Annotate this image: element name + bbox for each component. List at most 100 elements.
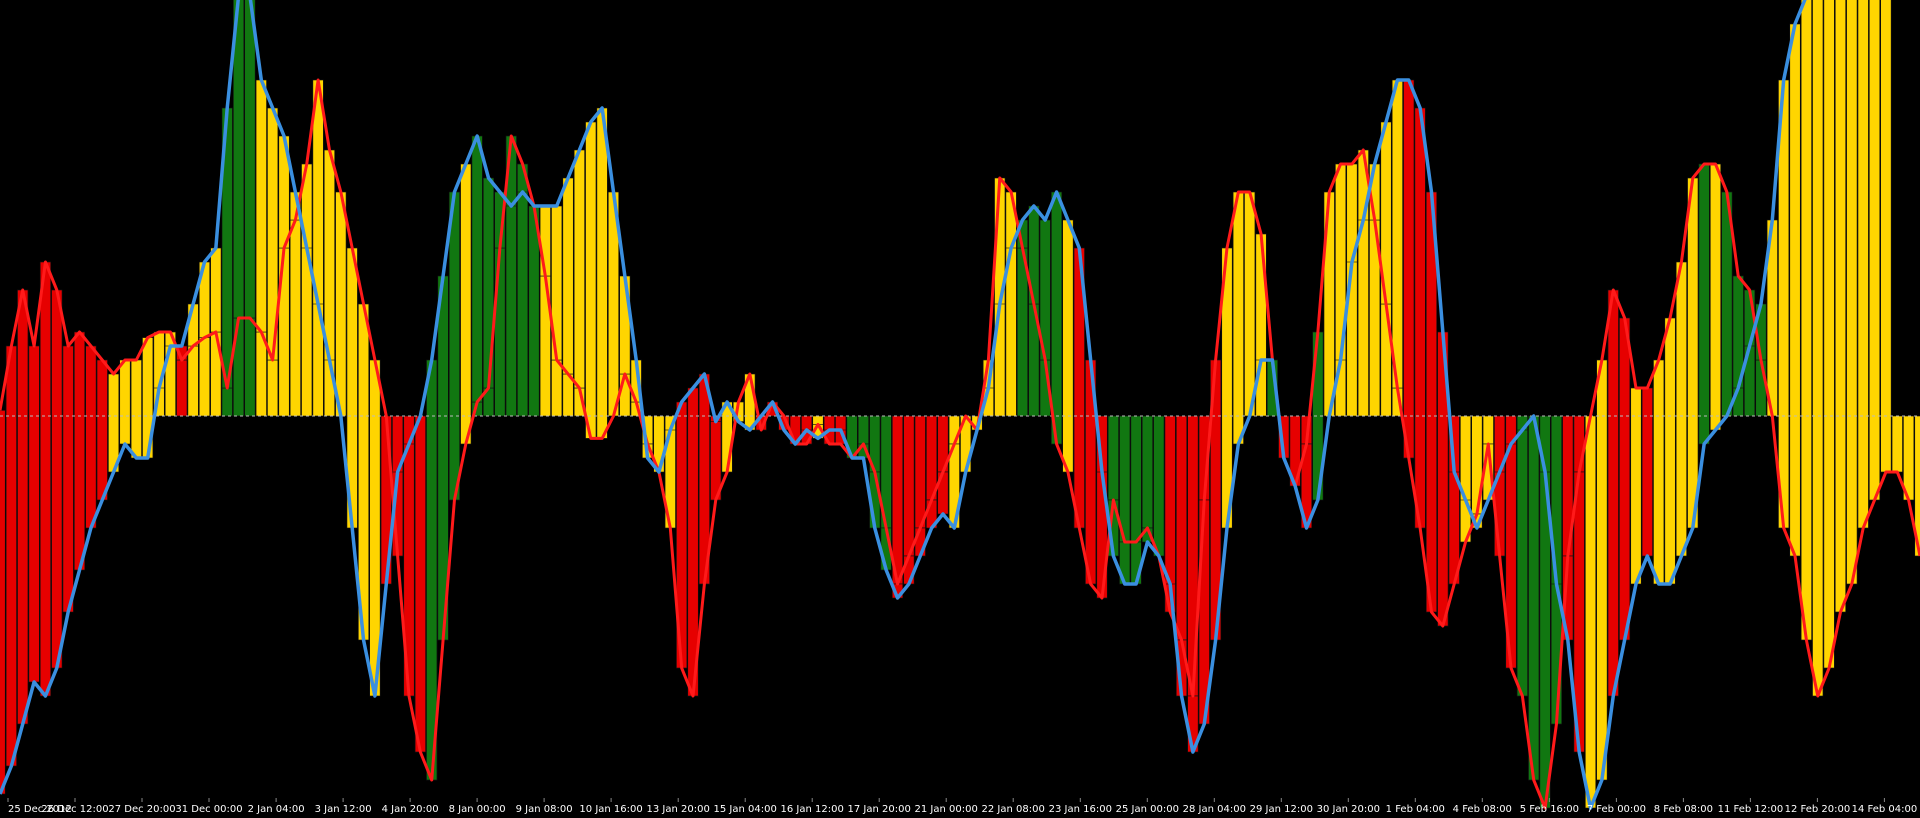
bar-slow-50 xyxy=(562,177,574,375)
x-tick-label: 31 Dec 00:00 xyxy=(175,804,242,815)
bar-slow-23 xyxy=(255,79,267,333)
bar-slow-162 xyxy=(1834,0,1846,613)
x-tick-label: 13 Jan 20:00 xyxy=(647,804,710,815)
bar-slow-7 xyxy=(74,331,86,571)
bar-fast-20 xyxy=(221,387,233,417)
bar-fast-24 xyxy=(267,359,279,417)
bar-fast-104 xyxy=(1176,415,1188,641)
bar-fast-101 xyxy=(1141,415,1153,529)
bar-slow-64 xyxy=(721,401,733,473)
bar-fast-100 xyxy=(1130,415,1142,543)
bar-slow-11 xyxy=(119,359,131,445)
x-tick-label: 5 Feb 16:00 xyxy=(1520,804,1579,815)
bar-slow-141 xyxy=(1596,359,1608,781)
bar-fast-46 xyxy=(517,163,529,417)
bar-slow-30 xyxy=(335,191,347,417)
bar-slow-5 xyxy=(51,289,63,669)
bar-slow-48 xyxy=(539,205,551,277)
bar-slow-2 xyxy=(17,289,29,725)
bar-slow-125 xyxy=(1414,107,1426,529)
bar-slow-41 xyxy=(460,163,472,445)
bar-slow-4 xyxy=(39,261,51,697)
x-tick-label: 21 Jan 00:00 xyxy=(915,804,978,815)
x-tick-label: 29 Jan 12:00 xyxy=(1250,804,1313,815)
bar-slow-134 xyxy=(1516,429,1528,697)
bar-slow-111 xyxy=(1255,233,1267,361)
bar-slow-29 xyxy=(323,149,335,361)
x-tick-label: 12 Feb 20:00 xyxy=(1785,804,1851,815)
bar-slow-53 xyxy=(596,107,608,439)
bar-fast-81 xyxy=(914,415,926,529)
bar-slow-52 xyxy=(585,121,597,439)
bar-slow-161 xyxy=(1823,0,1835,669)
x-tick-label: 7 Feb 00:00 xyxy=(1587,804,1646,815)
bar-fast-16 xyxy=(176,359,188,417)
x-tick-label: 8 Feb 08:00 xyxy=(1654,804,1713,815)
bar-slow-166 xyxy=(1880,0,1892,473)
bar-fast-84 xyxy=(948,415,960,445)
bar-fast-102 xyxy=(1153,415,1165,557)
bar-slow-165 xyxy=(1869,0,1881,501)
bar-slow-135 xyxy=(1528,415,1540,781)
x-tick-label: 15 Jan 04:00 xyxy=(714,804,777,815)
bar-slow-142 xyxy=(1607,289,1619,697)
bar-slow-124 xyxy=(1403,79,1415,459)
bar-slow-12 xyxy=(130,359,142,459)
bar-slow-149 xyxy=(1687,177,1699,529)
bar-fast-98 xyxy=(1107,415,1119,501)
x-tick-label: 2 Jan 04:00 xyxy=(248,804,305,815)
x-tick-label: 8 Jan 00:00 xyxy=(449,804,506,815)
bar-slow-158 xyxy=(1789,23,1801,557)
bar-slow-22 xyxy=(244,0,256,319)
x-tick-label: 4 Feb 08:00 xyxy=(1453,804,1512,815)
chart-svg: 25 Dec 201226 Dec 12:00 27 Dec 20:00 31 De… xyxy=(0,0,1920,818)
bar-slow-37 xyxy=(414,415,426,753)
bar-fast-80 xyxy=(903,415,915,557)
x-tick-label: 25 Jan 00:00 xyxy=(1116,804,1179,815)
bar-fast-17 xyxy=(187,345,199,417)
x-tick-label: 16 Jan 12:00 xyxy=(781,804,844,815)
x-tick-label: 3 Jan 12:00 xyxy=(315,804,372,815)
bar-fast-22 xyxy=(244,317,256,417)
bar-slow-159 xyxy=(1800,0,1812,641)
bar-slow-143 xyxy=(1619,317,1631,641)
bar-slow-160 xyxy=(1812,0,1824,697)
bar-fast-131 xyxy=(1482,415,1494,445)
x-tick-label: 11 Feb 12:00 xyxy=(1718,804,1784,815)
bar-slow-123 xyxy=(1391,79,1403,389)
bar-fast-155 xyxy=(1755,359,1767,417)
x-tick-label: 23 Jan 16:00 xyxy=(1049,804,1112,815)
bar-slow-94 xyxy=(1062,219,1074,473)
x-tick-label: 10 Jan 16:00 xyxy=(579,804,642,815)
bar-slow-157 xyxy=(1778,79,1790,529)
bar-fast-167 xyxy=(1891,415,1903,473)
bar-slow-0 xyxy=(0,410,6,795)
x-tick-label: 9 Jan 08:00 xyxy=(516,804,573,815)
x-tick-label: 22 Jan 08:00 xyxy=(982,804,1045,815)
bar-slow-151 xyxy=(1709,163,1722,431)
bar-slow-19 xyxy=(210,247,222,333)
bar-slow-3 xyxy=(28,345,40,683)
x-tick-label: 30 Jan 20:00 xyxy=(1317,804,1380,815)
bar-fast-49 xyxy=(551,359,563,417)
bar-fast-44 xyxy=(494,247,506,417)
bar-fast-76 xyxy=(857,415,869,445)
bar-slow-110 xyxy=(1244,191,1256,417)
bar-slow-1 xyxy=(5,345,17,767)
bar-slow-40 xyxy=(448,191,460,501)
oscillator-chart: 25 Dec 2012 26 Dec 12:00 27 Dec 20:00 31 De… xyxy=(0,0,1920,818)
x-tick-label: 1 Feb 04:00 xyxy=(1386,804,1445,815)
bar-slow-10 xyxy=(108,373,120,473)
bar-slow-51 xyxy=(573,149,585,389)
bar-slow-147 xyxy=(1664,317,1676,585)
x-tick-label: 28 Jan 04:00 xyxy=(1183,804,1246,815)
bar-slow-109 xyxy=(1232,191,1244,445)
bar-slow-145 xyxy=(1641,387,1653,557)
bar-slow-42 xyxy=(471,135,483,403)
x-tick-label: 26 Dec 12:00 xyxy=(41,804,108,815)
x-tick-label: 14 Feb 04:00 xyxy=(1852,804,1918,815)
bar-slow-163 xyxy=(1846,0,1858,585)
bar-slow-144 xyxy=(1630,387,1642,585)
bar-slow-8 xyxy=(85,345,97,529)
bar-slow-164 xyxy=(1857,0,1869,529)
